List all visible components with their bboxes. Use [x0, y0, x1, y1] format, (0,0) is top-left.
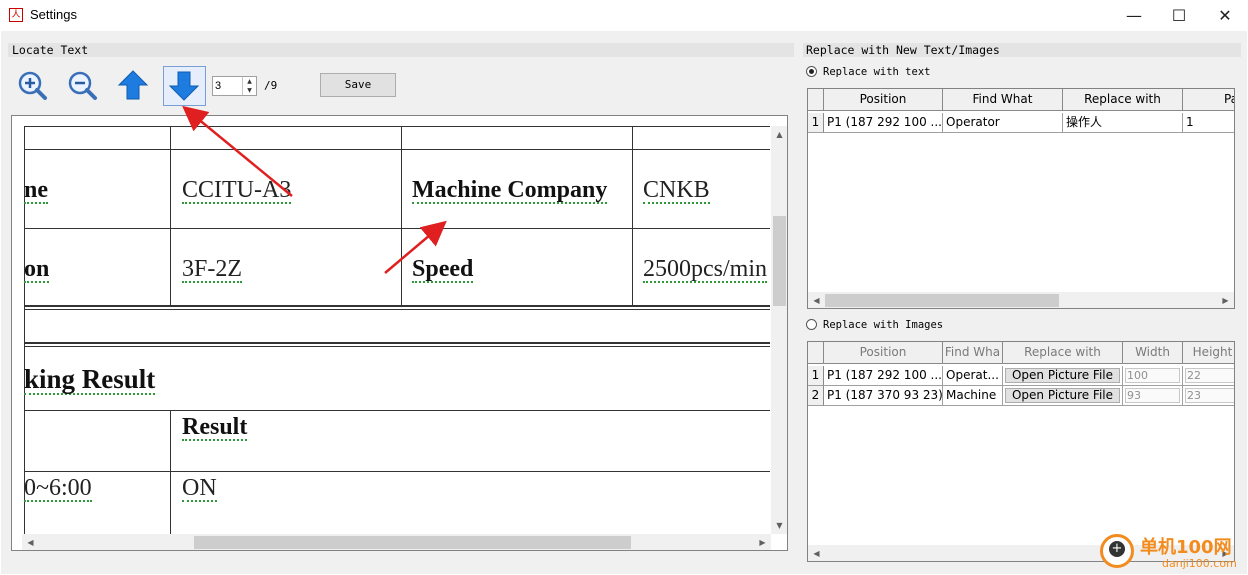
row-number: 1	[808, 366, 824, 386]
cell-width[interactable]: 93	[1123, 386, 1183, 406]
replace-images-grid[interactable]: Position Find Wha Replace with Width Hei…	[807, 341, 1235, 562]
replace-images-radio-label[interactable]: Replace with Images	[823, 319, 943, 331]
cell-position[interactable]: P1 (187 370 93 23)	[824, 386, 943, 406]
replace-images-radio[interactable]	[806, 319, 817, 330]
row-number: 2	[808, 386, 824, 406]
col-header-replace-with[interactable]: Replace with	[1063, 89, 1183, 111]
width-input[interactable]: 93	[1125, 388, 1180, 403]
cell-replace-with[interactable]: 操作人	[1063, 113, 1183, 133]
width-input[interactable]: 100	[1125, 368, 1180, 383]
col-header-replace-with[interactable]: Replace with	[1003, 342, 1123, 364]
text-grid-scroll-thumb[interactable]	[825, 294, 1059, 307]
plus-icon: +	[1109, 541, 1125, 557]
replace-text-radio-label[interactable]: Replace with text	[823, 66, 930, 78]
watermark-url: danji100.com	[1162, 557, 1237, 570]
col-header-page[interactable]: Pa	[1183, 89, 1234, 111]
replace-text-grid[interactable]: Position Find What Replace with Pa 1 P1 …	[807, 88, 1235, 309]
cell-find-what[interactable]: Machine	[943, 386, 1003, 406]
grid-corner	[808, 89, 824, 111]
cell-replace-with[interactable]: Open Picture File	[1003, 386, 1123, 406]
cell-width[interactable]: 100	[1123, 366, 1183, 386]
col-header-position[interactable]: Position	[824, 89, 943, 111]
cell-find-what[interactable]: Operat...	[943, 366, 1003, 386]
height-input[interactable]: 22	[1185, 368, 1234, 383]
watermark-text: 单机100网	[1140, 537, 1232, 558]
watermark-logo-icon: +	[1100, 534, 1134, 568]
replace-text-radio[interactable]	[806, 66, 817, 77]
cell-position[interactable]: P1 (187 292 100 ...	[824, 113, 943, 133]
cell-find-what[interactable]: Operator	[943, 113, 1063, 133]
cell-height[interactable]: 23	[1183, 386, 1234, 406]
col-header-find-what[interactable]: Find What	[943, 89, 1063, 111]
cell-height[interactable]: 22	[1183, 366, 1234, 386]
grid-corner	[808, 342, 824, 364]
cell-replace-with[interactable]: Open Picture File	[1003, 366, 1123, 386]
col-header-find-what[interactable]: Find Wha	[943, 342, 1003, 364]
cell-page[interactable]: 1	[1183, 113, 1234, 133]
col-header-height[interactable]: Height	[1183, 342, 1234, 364]
text-grid-horizontal-scrollbar[interactable]: ◀ ▶	[808, 292, 1234, 308]
site-watermark: + 单机100网 danji100.com	[1100, 530, 1248, 575]
cell-position[interactable]: P1 (187 292 100 ...	[824, 366, 943, 386]
height-input[interactable]: 23	[1185, 388, 1234, 403]
open-picture-file-button[interactable]: Open Picture File	[1005, 388, 1120, 403]
col-header-position[interactable]: Position	[824, 342, 943, 364]
replace-group-label: Replace with New Text/Images	[806, 43, 1000, 57]
open-picture-file-button[interactable]: Open Picture File	[1005, 368, 1120, 383]
col-header-width[interactable]: Width	[1123, 342, 1183, 364]
row-number: 1	[808, 113, 824, 133]
